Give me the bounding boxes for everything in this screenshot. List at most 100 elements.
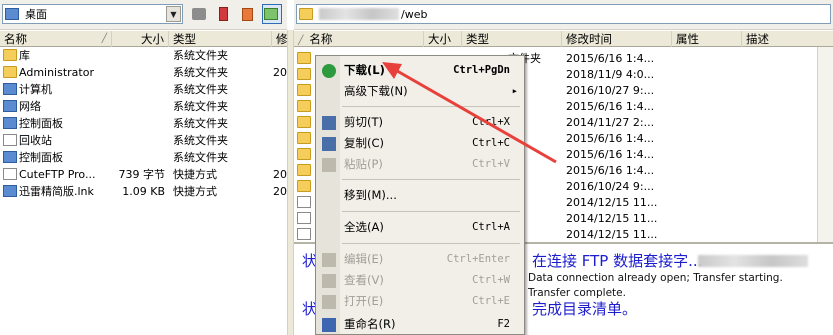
item-name-text: 回收站 xyxy=(19,134,52,147)
item-size: 739 字节 xyxy=(118,168,166,181)
chevron-down-icon[interactable]: ▼ xyxy=(166,6,181,22)
item-name-text: 网络 xyxy=(19,100,41,113)
menu-item: 查看(V) Ctrl+W xyxy=(318,270,522,291)
item-icon xyxy=(297,162,317,179)
menu-item-shortcut: Ctrl+V xyxy=(472,158,510,170)
local-up-button[interactable] xyxy=(190,4,210,24)
menu-item[interactable]: 复制(C) Ctrl+C xyxy=(318,133,522,154)
item-name-text: 库 xyxy=(19,49,30,62)
local-path-combo[interactable]: 桌面 ▼ xyxy=(2,4,183,24)
item-size xyxy=(112,132,165,149)
col-modified[interactable]: 修 xyxy=(272,31,287,47)
list-item[interactable]: 库 系统文件夹 xyxy=(0,47,287,64)
log-line: 完成目录清单。 xyxy=(532,300,638,318)
local-list-header: 名称 ╱ 大小 类型 修 xyxy=(0,31,287,47)
list-item[interactable]: 控制面板 系统文件夹 xyxy=(0,149,287,166)
item-modified: 2014/12/15 11... xyxy=(566,228,658,241)
menu-separator xyxy=(342,211,520,212)
item-modified: 20 xyxy=(273,185,287,198)
local-refresh-button[interactable] xyxy=(238,4,258,24)
menu-item-shortcut: Ctrl+PgDn xyxy=(453,64,510,76)
edit-icon xyxy=(322,253,336,267)
up-folder-icon xyxy=(192,8,206,20)
menu-item-label: 高级下载(N) xyxy=(344,84,408,98)
col-type[interactable]: 类型 xyxy=(169,31,272,47)
menu-item[interactable]: 移到(M)... xyxy=(318,185,522,206)
list-item[interactable]: 网络 系统文件夹 xyxy=(0,98,287,115)
item-icon xyxy=(297,226,317,243)
list-item[interactable]: 迅雷精简版.lnk 1.09 KB 快捷方式 20 xyxy=(0,183,287,200)
item-icon xyxy=(297,66,317,83)
local-transfer-button[interactable] xyxy=(262,4,282,24)
item-name: 迅雷精简版.lnk xyxy=(3,183,115,200)
menu-item[interactable]: 重命名(R) F2 xyxy=(318,314,522,335)
menu-item-shortcut: Ctrl+C xyxy=(472,137,510,149)
list-item[interactable]: 控制面板 系统文件夹 xyxy=(0,115,287,132)
col-size[interactable]: 大小 xyxy=(112,31,169,47)
item-name: 控制面板 xyxy=(3,149,115,166)
item-icon xyxy=(297,178,317,195)
col-modified[interactable]: 修改时间 xyxy=(562,31,672,47)
item-name-text: 控制面板 xyxy=(19,151,63,164)
col-description[interactable]: 描述 xyxy=(742,31,833,47)
submenu-arrow-icon: ▸ xyxy=(511,85,518,97)
menu-item-label: 编辑(E) xyxy=(344,252,384,266)
item-name-text: Administrator xyxy=(19,66,94,79)
item-modified: 2015/6/16 1:4... xyxy=(566,100,655,113)
item-modified: 2015/6/16 1:4... xyxy=(566,164,655,177)
item-modified: 2014/12/15 11... xyxy=(566,196,658,209)
item-type: 系统文件夹 xyxy=(173,151,228,164)
paste-icon xyxy=(322,158,336,172)
menu-item[interactable]: 高级下载(N) ▸ xyxy=(318,81,522,102)
col-attributes[interactable]: 属性 xyxy=(672,31,742,47)
col-size[interactable]: 大小 xyxy=(424,31,462,47)
menu-item-label: 查看(V) xyxy=(344,273,384,287)
copy-icon xyxy=(322,137,336,151)
item-name-text: CuteFTP Pro... xyxy=(19,168,96,181)
item-size xyxy=(112,149,165,166)
remote-path-combo[interactable]: /web xyxy=(296,4,831,24)
menu-item-label: 打开(E) xyxy=(344,294,384,308)
folder-icon xyxy=(297,164,311,176)
menu-item-label: 移到(M)... xyxy=(344,188,397,202)
list-item[interactable]: Administrator 系统文件夹 20 xyxy=(0,64,287,81)
item-icon xyxy=(297,130,317,147)
menu-item-label: 复制(C) xyxy=(344,136,385,150)
cut-icon xyxy=(322,116,336,130)
redacted-host xyxy=(319,8,399,20)
remote-list-scrollbar[interactable] xyxy=(817,47,833,242)
col-name[interactable]: 名称 ╱ xyxy=(0,31,112,47)
local-bookmark-button[interactable] xyxy=(214,4,234,24)
item-modified xyxy=(273,47,287,64)
menu-item[interactable]: 全选(A) Ctrl+A xyxy=(318,217,522,238)
file-icon xyxy=(3,134,17,146)
folder-icon xyxy=(297,100,311,112)
item-modified xyxy=(273,115,287,132)
item-modified: 2016/10/24 9:... xyxy=(566,180,655,193)
menu-item-label: 剪切(T) xyxy=(344,115,383,129)
item-modified xyxy=(273,149,287,166)
item-type: 系统文件夹 xyxy=(173,117,228,130)
folder-icon xyxy=(297,148,311,160)
log-line: 在连接 FTP 数据套接字... xyxy=(532,252,703,270)
list-item[interactable]: 回收站 系统文件夹 xyxy=(0,132,287,149)
menu-item[interactable]: 剪切(T) Ctrl+X xyxy=(318,112,522,133)
menu-item-label: 下载(L) xyxy=(344,63,385,77)
menu-item-shortcut: Ctrl+X xyxy=(472,116,510,128)
list-item[interactable]: 计算机 系统文件夹 xyxy=(0,81,287,98)
folder-icon xyxy=(297,180,311,192)
menu-item-shortcut: Ctrl+A xyxy=(472,221,510,233)
folder-icon xyxy=(297,84,311,96)
item-icon xyxy=(297,146,317,163)
pane-splitter[interactable] xyxy=(287,30,294,335)
menu-separator xyxy=(342,179,520,180)
col-type[interactable]: 类型 xyxy=(462,31,562,47)
file-icon xyxy=(297,228,311,240)
rename-icon xyxy=(322,318,336,332)
menu-item[interactable]: 下载(L) Ctrl+PgDn xyxy=(318,60,522,81)
folder-icon xyxy=(299,8,313,20)
menu-separator xyxy=(342,106,520,107)
col-name[interactable]: ╱ 名称 xyxy=(294,31,424,47)
desktop-icon xyxy=(5,8,19,20)
list-item[interactable]: CuteFTP Pro... 739 字节 快捷方式 20 xyxy=(0,166,287,183)
